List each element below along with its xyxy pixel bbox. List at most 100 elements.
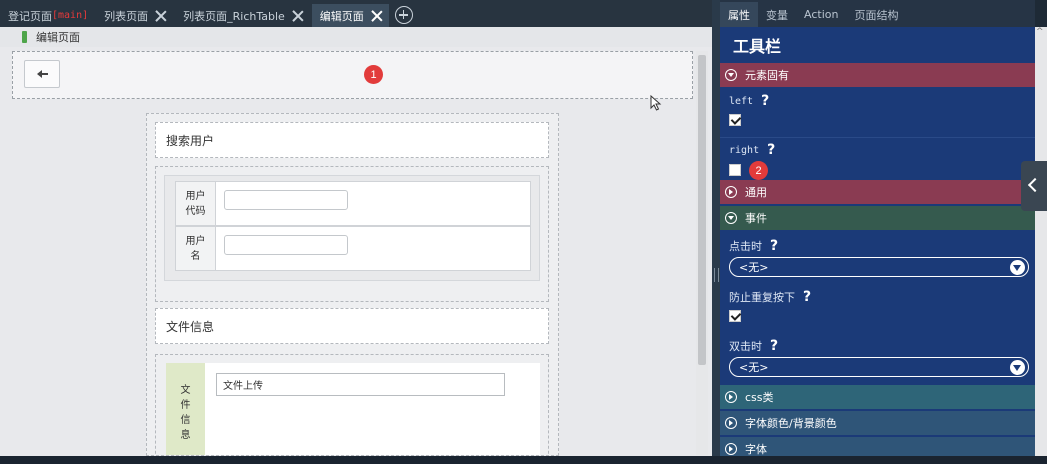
collapsed-icon [725,417,737,429]
on-click-select[interactable]: <无> [729,257,1029,277]
left-checkbox[interactable] [729,114,741,126]
select-value: <无> [739,361,769,374]
panel-splitter[interactable] [712,0,720,464]
scroll-up-icon[interactable]: ^ [1036,27,1044,37]
properties-scrollbar[interactable]: ^ [1035,27,1047,456]
tab-register-page[interactable]: 登记页面 [main] [0,4,94,27]
section-label: 事件 [745,212,767,225]
divider [720,137,1035,138]
section-label: 字体颜色/背景颜色 [745,417,837,430]
tab-label: 编辑页面 [319,9,364,23]
section-general[interactable]: 通用 [720,180,1035,204]
document-tab-bar: 登记页面 [main] 列表页面 列表页面_RichTable 编辑页面 [0,0,712,27]
tab-list-page[interactable]: 列表页面 [96,4,173,27]
prop-label: 防止重复按下 [729,291,795,304]
step-badge: 2 [749,161,768,180]
form-row-user-name: 用户名 [175,226,531,271]
breadcrumb-label: 编辑页面 [36,31,80,44]
breadcrumb: 编辑页面 [0,27,712,47]
prop-label: left [729,95,754,107]
section-colors[interactable]: 字体颜色/背景颜色 [720,411,1035,435]
canvas-vertical-scrollbar[interactable] [696,51,708,455]
toolbar-component[interactable]: 1 [12,51,693,99]
on-dblclick-select[interactable]: <无> [729,357,1029,377]
expanded-icon [725,212,737,224]
arrow-left-icon [37,70,48,78]
help-icon[interactable]: ? [770,338,778,354]
chevron-down-icon [1010,360,1025,375]
prop-left: left? [720,91,1035,126]
search-form: 用户 代码 用户名 [164,175,540,281]
section-events[interactable]: 事件 [720,206,1035,230]
expanded-icon [725,69,737,81]
collapsed-icon [725,443,737,455]
section-builtin[interactable]: 元素固有 [720,63,1035,87]
search-section-title[interactable]: 搜索用户 [155,122,549,158]
tab-main-marker: [main] [52,10,89,21]
prop-prevent-repeat: 防止重复按下? [720,287,1035,322]
field-label: 用户名 [176,227,216,270]
field-label: 用户 代码 [176,182,216,225]
prop-label: 双击时 [729,340,762,353]
close-icon[interactable] [292,10,304,22]
prop-on-dblclick: 双击时? <无> [720,336,1035,377]
section-label: 通用 [745,186,767,199]
properties-tab-bar: 属性 变量 Action 页面结构 [720,0,1035,27]
prop-label: 点击时 [729,240,762,253]
section-css[interactable]: css类 [720,385,1035,409]
section-label: 字体 [745,443,767,456]
section-font[interactable]: 字体 [720,437,1035,456]
properties-title: 工具栏 [733,37,782,56]
close-icon[interactable] [155,10,167,22]
section-title-text: 搜索用户 [166,133,215,148]
section-label: css类 [745,391,774,404]
tab-label: 列表页面_RichTable [183,9,285,23]
page-icon [22,31,27,43]
search-form-container[interactable]: 用户 代码 用户名 [155,166,549,302]
section-title-text: 文件信息 [166,319,215,334]
file-form-container[interactable]: 文件信息 文件上传 [155,354,549,455]
help-icon[interactable]: ? [803,289,811,305]
collapsed-icon [725,186,737,198]
user-name-input[interactable] [224,235,348,255]
tab-label: 列表页面 [104,9,149,23]
help-icon[interactable]: ? [761,93,769,109]
tab-action[interactable]: Action [796,2,846,27]
file-field-label-text: 文件信息 [180,385,191,441]
form-panel: 搜索用户 用户 代码 用户名 文件信息 文件信息 文件上传 [146,113,559,456]
tab-properties[interactable]: 属性 [720,2,758,27]
collapse-panel-button[interactable] [1021,161,1047,211]
tab-page-structure[interactable]: 页面结构 [846,2,906,27]
right-checkbox[interactable] [729,164,741,176]
add-tab-icon[interactable] [394,6,413,24]
help-icon[interactable]: ? [770,238,778,254]
prop-right: right? 2 [720,140,1035,180]
status-bar [0,456,1047,464]
tab-variables[interactable]: 变量 [758,2,796,27]
help-icon[interactable]: ? [767,142,775,158]
chevron-down-icon [1010,260,1025,275]
tab-label: 登记页面 [8,9,52,23]
scrollbar-thumb[interactable] [698,55,706,365]
step-badge: 1 [364,65,383,84]
prevent-repeat-checkbox[interactable] [729,310,741,322]
prop-label: right [729,144,760,156]
file-section-title[interactable]: 文件信息 [155,308,549,344]
select-value: <无> [739,261,769,274]
prop-on-click: 点击时? <无> [720,236,1035,277]
form-row-user-code: 用户 代码 [175,181,531,226]
user-code-input[interactable] [224,190,348,210]
collapsed-icon [725,391,737,403]
file-field-label: 文件信息 [166,363,205,455]
file-upload-label: 文件上传 [223,381,263,392]
file-form: 文件信息 文件上传 [166,363,540,455]
close-icon[interactable] [371,10,383,22]
properties-panel: 属性 变量 Action 页面结构 工具栏 元素固有 left? right? … [720,0,1035,456]
section-label: 元素固有 [745,69,789,82]
mouse-cursor-icon [650,95,662,111]
file-upload-field[interactable]: 文件上传 [216,373,505,396]
tab-edit-page[interactable]: 编辑页面 [311,4,389,27]
tab-list-page-richtable[interactable]: 列表页面_RichTable [175,4,310,27]
back-button[interactable] [24,60,60,88]
design-canvas: 编辑页面 1 搜索用户 用户 代码 用户名 文件信息 文件信息 文件上传 [0,27,712,456]
